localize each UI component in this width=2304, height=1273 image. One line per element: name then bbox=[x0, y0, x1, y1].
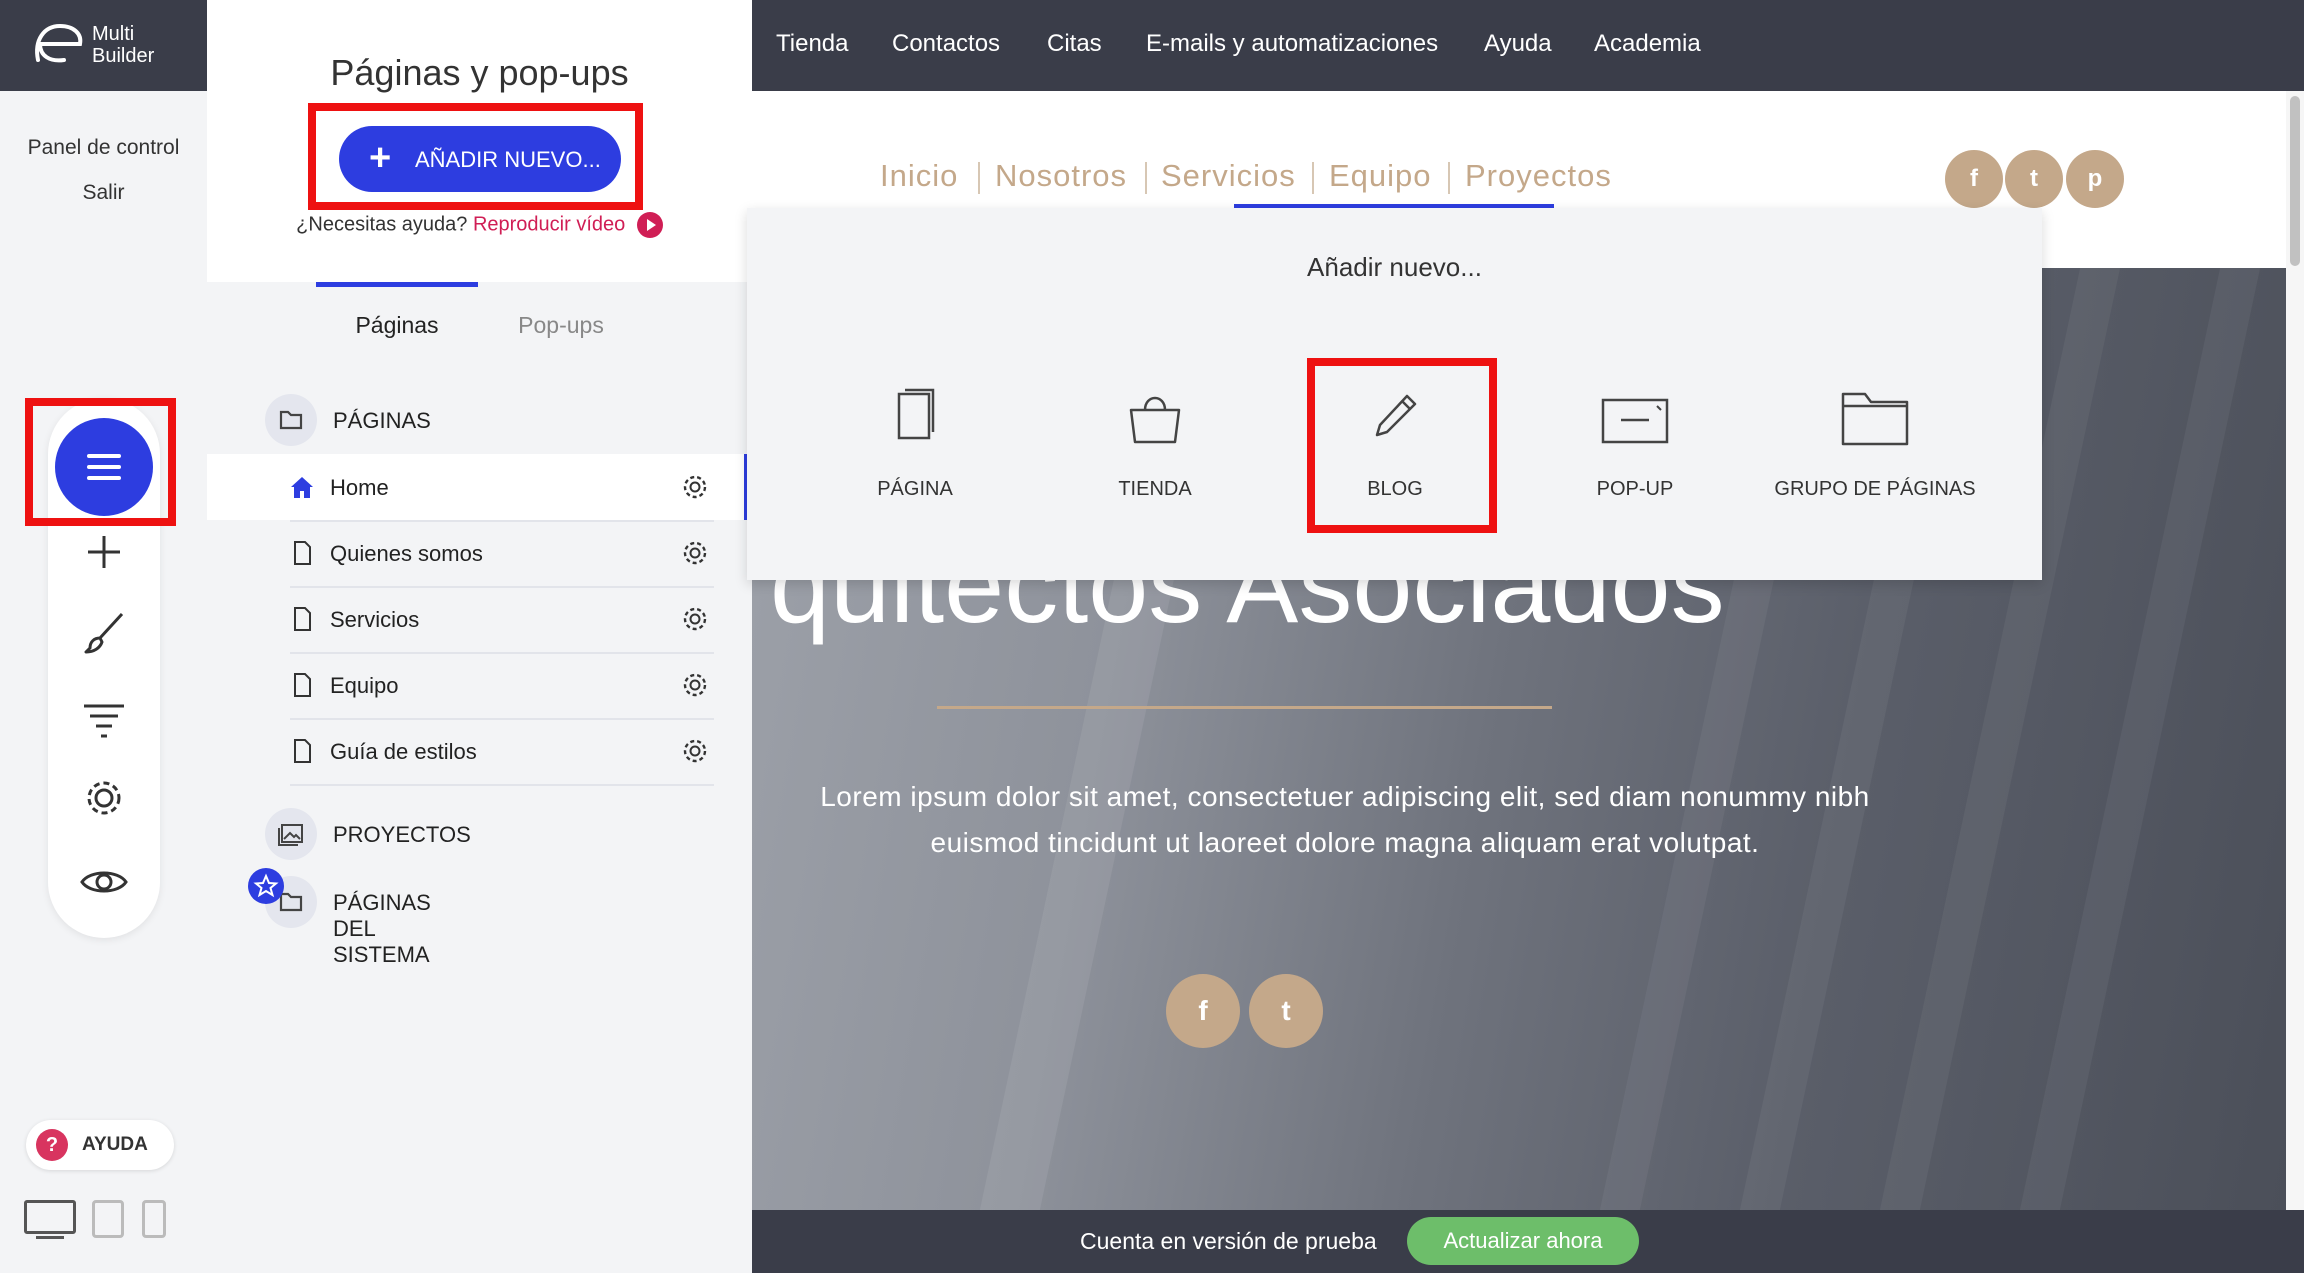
site-nav-inicio[interactable]: Inicio bbox=[880, 158, 958, 194]
site-nav-separator bbox=[1145, 162, 1147, 194]
site-nav-separator bbox=[1312, 162, 1314, 194]
twitter-icon[interactable]: t bbox=[2005, 150, 2063, 208]
gallery-icon bbox=[265, 808, 317, 860]
popover-title: Añadir nuevo... bbox=[1307, 252, 1482, 282]
page-settings-gear-icon[interactable] bbox=[682, 738, 708, 764]
home-icon bbox=[291, 477, 313, 498]
logout-link[interactable]: Salir bbox=[0, 181, 207, 205]
top-navigation: Tienda Contactos Citas E-mails y automat… bbox=[752, 0, 2304, 91]
highlight-box-menu bbox=[25, 398, 176, 526]
nav-ayuda[interactable]: Ayuda bbox=[1484, 30, 1552, 58]
nav-academia[interactable]: Academia bbox=[1594, 30, 1701, 58]
mobile-view-icon[interactable] bbox=[142, 1200, 166, 1238]
scrollbar-thumb[interactable] bbox=[2290, 96, 2300, 266]
nav-tienda[interactable]: Tienda bbox=[776, 30, 849, 58]
nav-citas[interactable]: Citas bbox=[1047, 30, 1102, 58]
play-video-link[interactable]: Reproducir vídeo bbox=[473, 213, 625, 235]
panel-title: Páginas y pop-ups bbox=[330, 52, 629, 93]
tablet-view-icon[interactable] bbox=[92, 1200, 124, 1238]
filter-icon[interactable] bbox=[80, 694, 128, 742]
dashboard-link[interactable]: Panel de control bbox=[0, 136, 207, 160]
tab-popups[interactable]: Pop-ups bbox=[478, 312, 644, 339]
section-system-label: PÁGINAS DEL SISTEMA bbox=[333, 890, 431, 967]
site-nav-separator bbox=[978, 162, 980, 194]
highlight-box-add-new bbox=[308, 103, 643, 210]
help-line: ¿Necesitas ayuda? Reproducir vídeo bbox=[207, 212, 752, 238]
site-nav-nosotros[interactable]: Nosotros bbox=[995, 158, 1127, 194]
page-row-quienes-somos[interactable]: Quienes somos bbox=[290, 520, 714, 588]
page-label: Guía de estilos bbox=[330, 739, 477, 764]
facebook-icon[interactable]: f bbox=[1945, 150, 2003, 208]
help-icon: ? bbox=[36, 1129, 68, 1161]
page-label: Servicios bbox=[330, 607, 420, 632]
page-label: Quienes somos bbox=[330, 541, 483, 566]
trial-text: Cuenta en versión de prueba bbox=[1080, 1228, 1377, 1254]
page-row-guia-de-estilos[interactable]: Guía de estilos bbox=[290, 718, 714, 786]
logo[interactable]: Multi Builder bbox=[0, 0, 207, 91]
nav-emails[interactable]: E-mails y automatizaciones bbox=[1146, 30, 1438, 58]
page-row-servicios[interactable]: Servicios bbox=[290, 586, 714, 654]
brush-icon[interactable] bbox=[80, 608, 128, 656]
folder-icon bbox=[265, 394, 317, 446]
desktop-stand bbox=[36, 1236, 64, 1239]
add-page-option[interactable]: PÁGINA bbox=[795, 370, 1035, 520]
nav-contactos[interactable]: Contactos bbox=[892, 30, 1000, 58]
page-settings-gear-icon[interactable] bbox=[682, 672, 708, 698]
upgrade-button[interactable]: Actualizar ahora bbox=[1407, 1217, 1639, 1265]
settings-icon[interactable] bbox=[80, 774, 128, 822]
option-label: GRUPO DE PÁGINAS bbox=[1774, 478, 1976, 500]
section-pages-label: PÁGINAS bbox=[333, 408, 431, 433]
shopping-bag-icon bbox=[1129, 396, 1181, 444]
page-label: Equipo bbox=[330, 673, 399, 698]
page-icon bbox=[294, 739, 311, 763]
hero-text: Lorem ipsum dolor sit amet, consectetuer… bbox=[820, 781, 1870, 858]
page-settings-gear-icon[interactable] bbox=[682, 606, 708, 632]
page-row-equipo[interactable]: Equipo bbox=[290, 652, 714, 720]
twitter-icon[interactable]: t bbox=[1249, 974, 1323, 1048]
page-settings-gear-icon[interactable] bbox=[682, 474, 708, 500]
page-icon bbox=[294, 541, 311, 565]
page-label: Home bbox=[330, 475, 389, 500]
add-page-group-option[interactable]: GRUPO DE PÁGINAS bbox=[1755, 370, 1995, 520]
hero-divider bbox=[937, 706, 1552, 709]
play-icon[interactable] bbox=[636, 212, 663, 238]
site-nav-separator bbox=[1448, 162, 1450, 194]
option-label: TIENDA bbox=[1118, 478, 1192, 500]
site-nav-equipo[interactable]: Equipo bbox=[1329, 158, 1432, 194]
highlight-box-blog bbox=[1307, 358, 1497, 533]
help-button[interactable]: ? AYUDA bbox=[26, 1120, 174, 1170]
star-icon bbox=[248, 868, 284, 904]
folder-icon bbox=[1841, 392, 1909, 446]
help-question: ¿Necesitas ayuda? bbox=[296, 213, 468, 236]
page-icon bbox=[294, 673, 311, 697]
add-icon[interactable] bbox=[80, 528, 128, 576]
site-nav-proyectos[interactable]: Proyectos bbox=[1465, 158, 1612, 194]
tab-pages[interactable]: Páginas bbox=[316, 312, 478, 339]
add-popup-option[interactable]: POP-UP bbox=[1515, 370, 1755, 520]
desktop-view-icon[interactable] bbox=[24, 1200, 76, 1234]
add-shop-option[interactable]: TIENDA bbox=[1035, 370, 1275, 520]
page-row-home[interactable]: Home bbox=[290, 454, 714, 522]
brand-line1: Multi bbox=[92, 23, 135, 45]
preview-eye-icon[interactable] bbox=[80, 858, 128, 906]
help-label: AYUDA bbox=[82, 1134, 148, 1155]
option-label: POP-UP bbox=[1596, 478, 1674, 500]
brand-logo-icon bbox=[35, 23, 83, 63]
page-settings-gear-icon[interactable] bbox=[682, 540, 708, 566]
site-nav-servicios[interactable]: Servicios bbox=[1161, 158, 1296, 194]
pinterest-icon[interactable]: p bbox=[2066, 150, 2124, 208]
popup-icon bbox=[1601, 398, 1669, 444]
brand-line2: Builder bbox=[92, 45, 155, 67]
facebook-icon[interactable]: f bbox=[1166, 974, 1240, 1048]
page-icon bbox=[897, 388, 935, 440]
option-label: PÁGINA bbox=[877, 478, 953, 500]
section-projects-label: PROYECTOS bbox=[333, 822, 471, 847]
page-icon bbox=[294, 607, 311, 631]
active-tab-indicator bbox=[316, 282, 478, 287]
